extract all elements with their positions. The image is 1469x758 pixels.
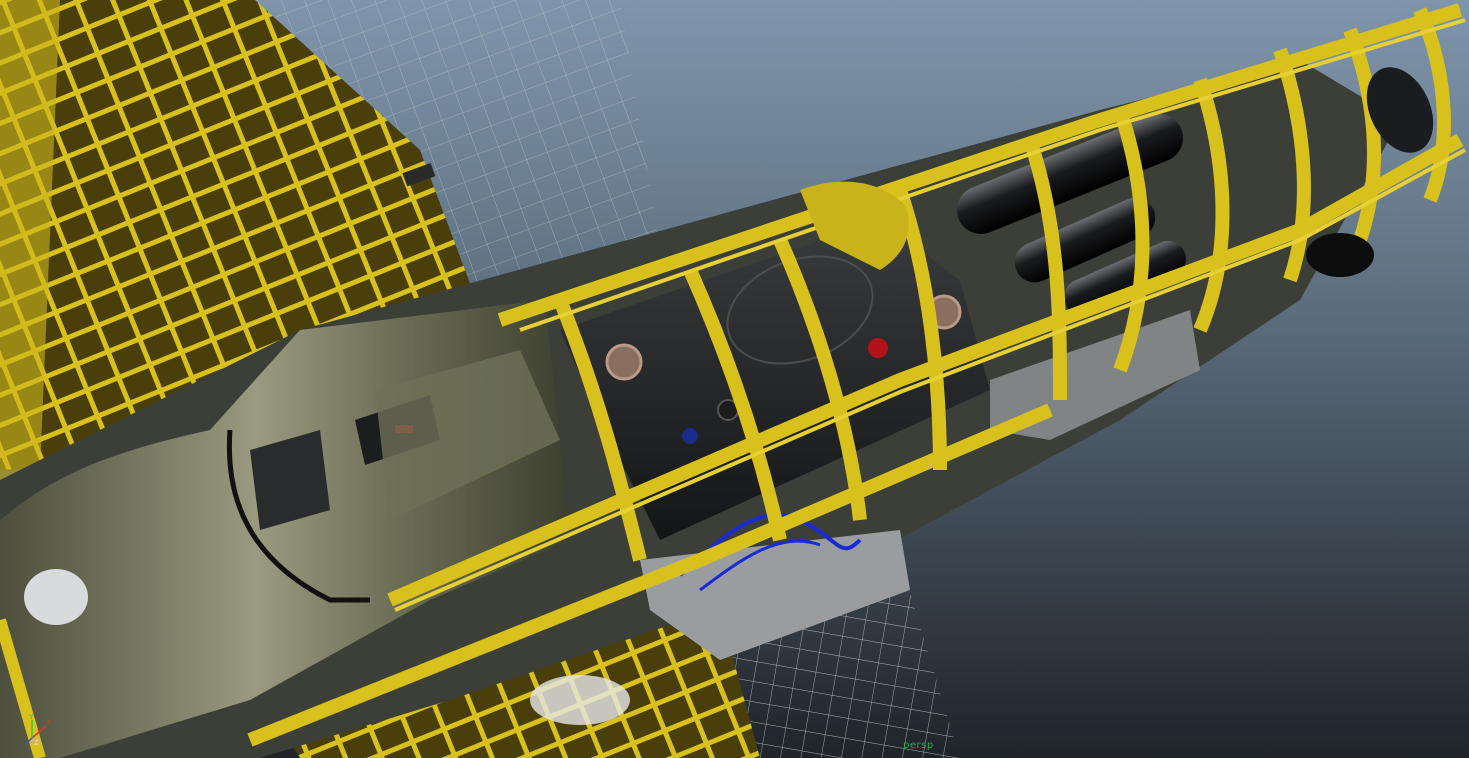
axis-gizmo-icon: X Y Z	[25, 713, 51, 746]
axis-z-label: Z	[34, 739, 39, 746]
camera-name-label: persp	[903, 740, 934, 751]
aircraft-fuselage-model[interactable]	[0, 0, 1469, 758]
tail-wheel	[1306, 233, 1374, 277]
blue-fitting	[682, 428, 698, 444]
red-valve	[868, 338, 888, 358]
axis-y-label: Y	[28, 713, 34, 721]
axis-x-label: X	[46, 718, 51, 726]
maya-3d-viewport[interactable]: X Y Z persp	[0, 0, 1469, 758]
cockpit-window	[24, 569, 88, 625]
tank-cap-left	[605, 343, 643, 381]
